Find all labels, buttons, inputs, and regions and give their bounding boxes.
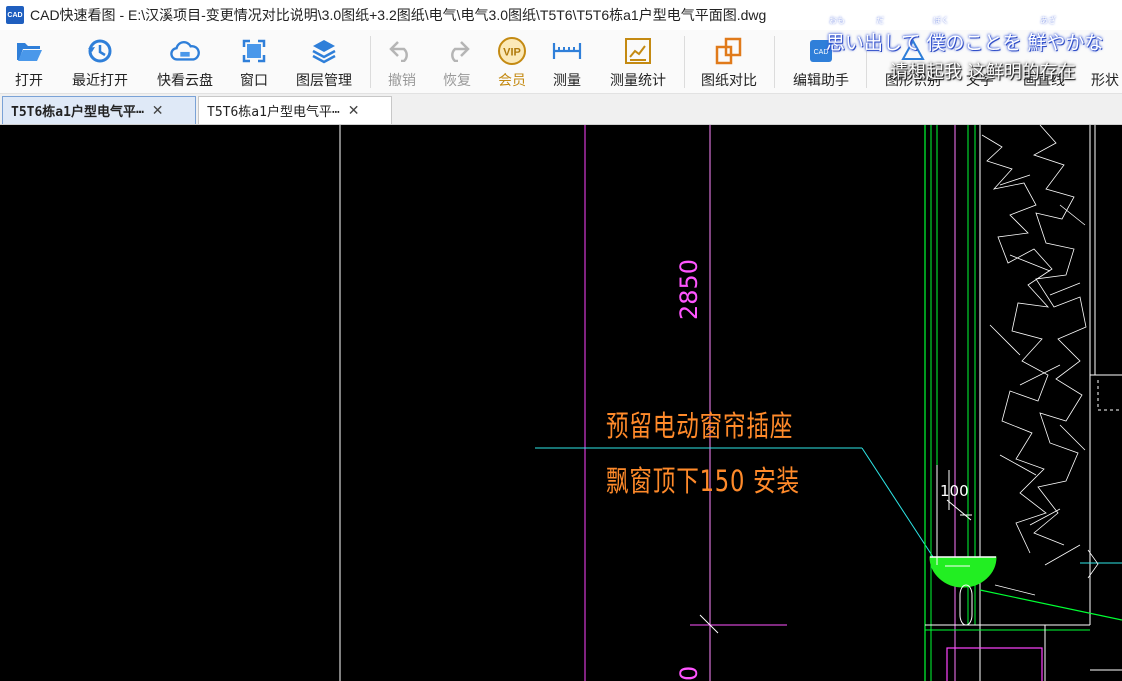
- recent-button[interactable]: 最近打开: [64, 30, 136, 93]
- lyric-ruby: あざ: [1040, 16, 1056, 25]
- app-logo-icon: CAD: [6, 6, 24, 24]
- compare-label: 图纸对比: [701, 73, 757, 89]
- shape-tool-label: 形状: [1091, 73, 1119, 89]
- vip-badge-icon: VIP: [497, 36, 527, 66]
- window-label: 窗口: [240, 73, 268, 89]
- layers-label: 图层管理: [296, 73, 352, 89]
- folder-open-icon: [14, 36, 44, 66]
- undo-button[interactable]: 撤销: [382, 30, 422, 93]
- toolbar-divider: [774, 36, 775, 88]
- measure-label: 测量: [553, 73, 581, 89]
- ruler-icon: [552, 36, 582, 66]
- dimension-bottom-label: 0: [675, 665, 703, 681]
- stats-chart-icon: [623, 36, 653, 66]
- tab-label: T5T6栋a1户型电气平⋯: [207, 105, 340, 120]
- title-bar: CAD CAD快速看图 - E:\汉溪项目-变更情况对比说明\3.0图纸+3.2…: [0, 0, 1122, 30]
- redo-icon: [442, 36, 472, 66]
- cloud-icon: [170, 36, 200, 66]
- annotation-reserve-curtain-socket: 预留电动窗帘插座: [606, 409, 794, 443]
- undo-label: 撤销: [388, 73, 416, 89]
- toolbar-divider: [684, 36, 685, 88]
- recent-label: 最近打开: [72, 73, 128, 89]
- lyric-ruby: だ: [876, 16, 884, 25]
- tab-drawing-1[interactable]: T5T6栋a1户型电气平⋯ ✕: [2, 96, 196, 124]
- vip-label: 会员: [498, 73, 526, 89]
- layers-icon: [309, 36, 339, 66]
- cloud-button[interactable]: 快看云盘: [150, 30, 220, 93]
- measure-stats-label: 测量统计: [610, 73, 666, 89]
- measure-stats-button[interactable]: 测量统计: [602, 30, 674, 93]
- redo-label: 恢复: [443, 73, 471, 89]
- tab-drawing-2[interactable]: T5T6栋a1户型电气平⋯ ✕: [198, 96, 392, 124]
- open-button[interactable]: 打开: [6, 30, 52, 93]
- edit-helper-label: 编辑助手: [793, 73, 849, 89]
- toolbar-divider: [370, 36, 371, 88]
- dimension-small-label: 100: [940, 482, 969, 500]
- cad-drawing-svg: [339, 125, 1122, 681]
- lyric-line-japanese: 思い出して 僕のことを 鮮やかな: [826, 32, 1104, 54]
- layers-button[interactable]: 图层管理: [290, 30, 358, 93]
- undo-icon: [387, 36, 417, 66]
- redo-button[interactable]: 恢复: [437, 30, 477, 93]
- vip-badge-text: VIP: [503, 47, 521, 59]
- close-icon[interactable]: ✕: [348, 103, 360, 119]
- lyric-line-chinese: 请想起我 这鲜明的存在: [890, 62, 1076, 83]
- measure-button[interactable]: 测量: [547, 30, 587, 93]
- drawing-canvas[interactable]: 预留电动窗帘插座 飘窗顶下150 安装 2850 0 100: [0, 125, 1122, 681]
- history-icon: [85, 36, 115, 66]
- window-frame-icon: [239, 36, 269, 66]
- compare-squares-icon: [714, 36, 744, 66]
- annotation-install-height: 飘窗顶下150 安装: [606, 464, 800, 498]
- lyric-ruby: ぼく: [933, 16, 949, 25]
- tab-label: T5T6栋a1户型电气平⋯: [11, 105, 144, 120]
- window-title: CAD快速看图 - E:\汉溪项目-变更情况对比说明\3.0图纸+3.2图纸\电…: [30, 7, 767, 23]
- compare-button[interactable]: 图纸对比: [696, 30, 762, 93]
- close-icon[interactable]: ✕: [152, 103, 164, 119]
- dimension-vertical-label: 2850: [675, 258, 703, 320]
- window-button[interactable]: 窗口: [234, 30, 274, 93]
- cloud-label: 快看云盘: [157, 73, 213, 89]
- document-tab-bar: T5T6栋a1户型电气平⋯ ✕ T5T6栋a1户型电气平⋯ ✕: [0, 94, 1122, 125]
- vip-button[interactable]: VIP 会员: [492, 30, 532, 93]
- lyric-ruby: おも: [829, 16, 845, 25]
- open-label: 打开: [15, 73, 43, 89]
